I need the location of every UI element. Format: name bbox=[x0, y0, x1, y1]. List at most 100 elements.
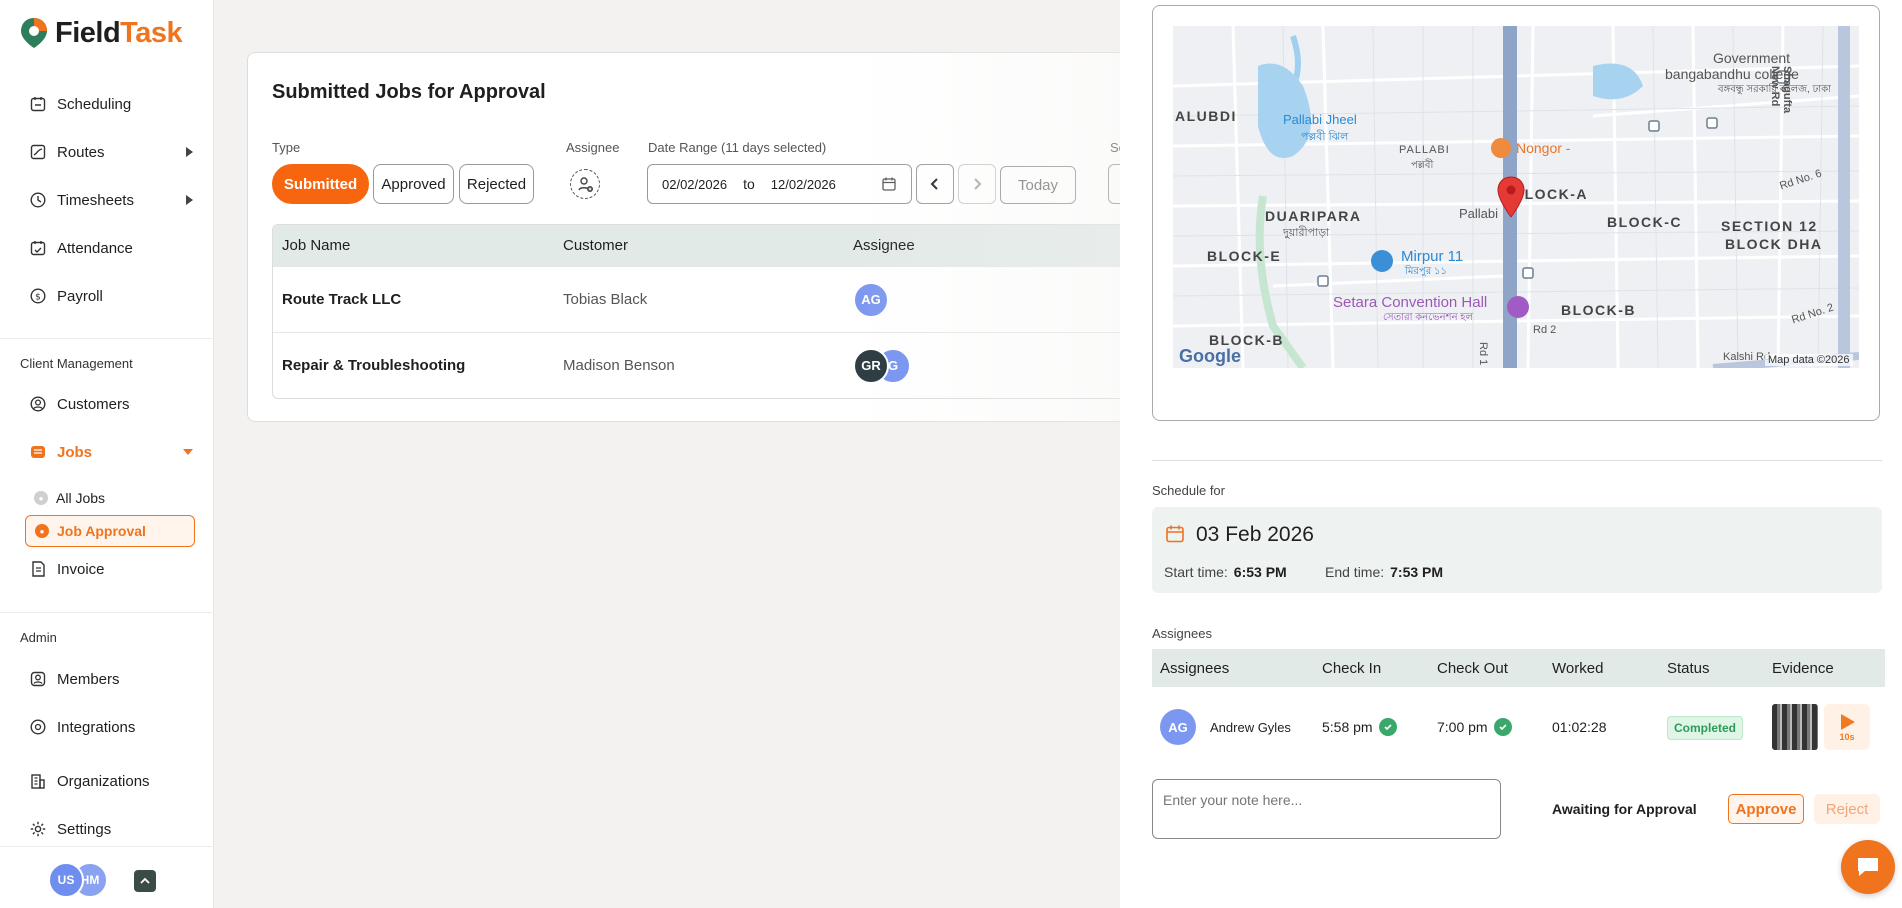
divider bbox=[0, 612, 214, 613]
jobs-approval-card: Submitted Jobs for Approval Type Submitt… bbox=[247, 52, 1147, 422]
sidebar-item-members[interactable]: Members bbox=[29, 667, 194, 691]
map-label: সেতারা কনভেনশন হল bbox=[1383, 312, 1474, 323]
avatar: GR bbox=[853, 347, 889, 384]
job-approval-icon: ● bbox=[35, 524, 49, 538]
sidebar-subitem-job-approval[interactable]: ● Job Approval bbox=[25, 515, 195, 547]
user-avatars[interactable]: US HM bbox=[48, 862, 108, 898]
sidebar-item-label: Members bbox=[57, 670, 120, 688]
worked-time: 01:02:28 bbox=[1552, 719, 1607, 735]
end-time-label: End time: bbox=[1325, 564, 1385, 580]
next-range-button[interactable] bbox=[958, 164, 996, 204]
all-jobs-icon: ● bbox=[34, 491, 48, 505]
page-title: Submitted Jobs for Approval bbox=[272, 81, 546, 103]
schedule-box: 03 Feb 2026 Start time: 6:53 PM End time:… bbox=[1152, 507, 1882, 593]
column-check-in: Check In bbox=[1322, 659, 1382, 677]
assignees-label: Assignees bbox=[1152, 626, 1212, 641]
reject-button[interactable]: Reject bbox=[1814, 794, 1880, 824]
type-rejected-button[interactable]: Rejected bbox=[459, 164, 534, 204]
assignee-name: Andrew Gyles bbox=[1210, 719, 1291, 735]
sidebar-item-settings[interactable]: Settings bbox=[29, 817, 194, 841]
column-evidence: Evidence bbox=[1772, 659, 1834, 677]
sidebar-item-label: Invoice bbox=[57, 560, 105, 578]
previous-range-button[interactable] bbox=[916, 164, 954, 204]
schedule-label: Schedule for bbox=[1152, 483, 1225, 498]
assignee-label: Assignee bbox=[566, 140, 620, 155]
map-label: BLOCK-C bbox=[1607, 214, 1683, 230]
today-button[interactable]: Today bbox=[1000, 166, 1076, 204]
type-label: Type bbox=[272, 140, 301, 155]
evidence-photo-thumbnail[interactable] bbox=[1772, 704, 1818, 750]
map-label: DUARIPARA bbox=[1265, 208, 1362, 224]
assignee-avatars: GR G bbox=[853, 347, 1146, 384]
map-label: Government bbox=[1713, 50, 1791, 66]
type-approved-button[interactable]: Approved bbox=[373, 164, 454, 204]
calendar-icon bbox=[1166, 525, 1184, 543]
caret-down-icon bbox=[183, 449, 193, 455]
sidebar-item-integrations[interactable]: Integrations bbox=[29, 715, 194, 739]
divider bbox=[0, 846, 214, 847]
sidebar-item-attendance[interactable]: Attendance bbox=[29, 236, 194, 260]
map-label: Pallabi bbox=[1459, 206, 1499, 221]
transit-marker-icon[interactable] bbox=[1371, 250, 1393, 272]
map-label: BLOCK-B bbox=[1561, 302, 1637, 318]
approve-button[interactable]: Approve bbox=[1728, 794, 1804, 824]
type-submitted-button[interactable]: Submitted bbox=[272, 164, 369, 204]
date-range-label: Date Range (11 days selected) bbox=[648, 140, 827, 155]
venue-marker-icon[interactable] bbox=[1507, 296, 1529, 318]
sidebar-item-invoice[interactable]: Invoice bbox=[29, 557, 194, 581]
start-time: Start time: 6:53 PM bbox=[1164, 564, 1287, 580]
sidebar-item-label: Routes bbox=[57, 143, 105, 161]
user-circle-icon bbox=[30, 396, 46, 412]
sidebar-item-label: Customers bbox=[57, 395, 130, 413]
google-logo: Google bbox=[1179, 346, 1241, 366]
sidebar-item-payroll[interactable]: $ Payroll bbox=[29, 284, 194, 308]
sidebar-item-customers[interactable]: Customers bbox=[29, 392, 194, 416]
sidebar-item-organizations[interactable]: Organizations bbox=[29, 769, 194, 793]
job-detail-drawer: ALUBDI Pallabi Jheel পল্লবী ঝিল PALLABI … bbox=[1120, 0, 1902, 908]
date-to: 12/02/2026 bbox=[770, 176, 836, 192]
svg-text:$: $ bbox=[35, 293, 41, 303]
sidebar-item-scheduling[interactable]: Scheduling bbox=[29, 92, 194, 116]
sidebar-item-label: All Jobs bbox=[56, 490, 106, 506]
assignee-row[interactable]: AG Andrew Gyles 5:58 pm 7:00 pm 01:02:28… bbox=[1152, 700, 1885, 754]
clock-icon bbox=[30, 192, 46, 208]
sidebar-item-routes[interactable]: Routes bbox=[29, 140, 194, 164]
sidebar-item-label: Jobs bbox=[57, 443, 93, 461]
chat-button[interactable] bbox=[1841, 840, 1895, 894]
dollar-icon: $ bbox=[30, 288, 46, 304]
play-icon bbox=[1841, 714, 1855, 730]
assignee-picker-button[interactable] bbox=[570, 169, 600, 199]
schedule-date: 03 Feb 2026 bbox=[1196, 523, 1314, 546]
brand[interactable]: FieldTask bbox=[19, 16, 183, 50]
evidence-video-button[interactable]: 10s bbox=[1824, 704, 1870, 750]
sidebar-item-timesheets[interactable]: Timesheets bbox=[29, 188, 194, 212]
sidebar-item-jobs[interactable]: Jobs bbox=[29, 440, 194, 464]
jobs-table: Job Name Customer Assignee Route Track L… bbox=[272, 224, 1146, 399]
expand-up-button[interactable] bbox=[134, 870, 156, 892]
date-from: 02/02/2026 bbox=[662, 176, 728, 192]
status-cell: Completed bbox=[1667, 716, 1772, 740]
column-assignee: Assignee bbox=[853, 237, 915, 254]
start-time-value: 6:53 PM bbox=[1233, 564, 1287, 580]
sidebar-subitem-all-jobs[interactable]: ● All Jobs bbox=[34, 490, 105, 506]
restaurant-marker-icon[interactable] bbox=[1491, 138, 1511, 158]
table-row[interactable]: Route Track LLC Tobias Black AG bbox=[273, 266, 1146, 332]
job-location-pin-icon[interactable] bbox=[1496, 176, 1526, 218]
chevron-right-icon bbox=[974, 178, 982, 190]
sidebar-item-label: Payroll bbox=[57, 287, 103, 305]
job-location-map[interactable]: ALUBDI Pallabi Jheel পল্লবী ঝিল PALLABI … bbox=[1173, 26, 1859, 368]
table-row[interactable]: Repair & Troubleshooting Madison Benson … bbox=[273, 332, 1146, 398]
brand-name: FieldTask bbox=[55, 16, 183, 49]
gear-icon bbox=[30, 821, 46, 837]
divider bbox=[0, 338, 214, 339]
map-frame: ALUBDI Pallabi Jheel পল্লবী ঝিল PALLABI … bbox=[1152, 5, 1880, 421]
jobs-icon bbox=[31, 446, 45, 458]
customer-name: Tobias Black bbox=[563, 291, 648, 308]
avatar[interactable]: US bbox=[48, 862, 84, 898]
table-header: Job Name Customer Assignee bbox=[273, 225, 1146, 266]
date-range-picker[interactable]: 02/02/2026 to 12/02/2026 bbox=[647, 164, 912, 204]
check-circle-icon bbox=[1493, 718, 1512, 736]
approval-note-input[interactable] bbox=[1152, 779, 1501, 839]
map-label: BLOCK DHA bbox=[1725, 236, 1823, 252]
check-out-cell: 7:00 pm bbox=[1437, 718, 1552, 736]
